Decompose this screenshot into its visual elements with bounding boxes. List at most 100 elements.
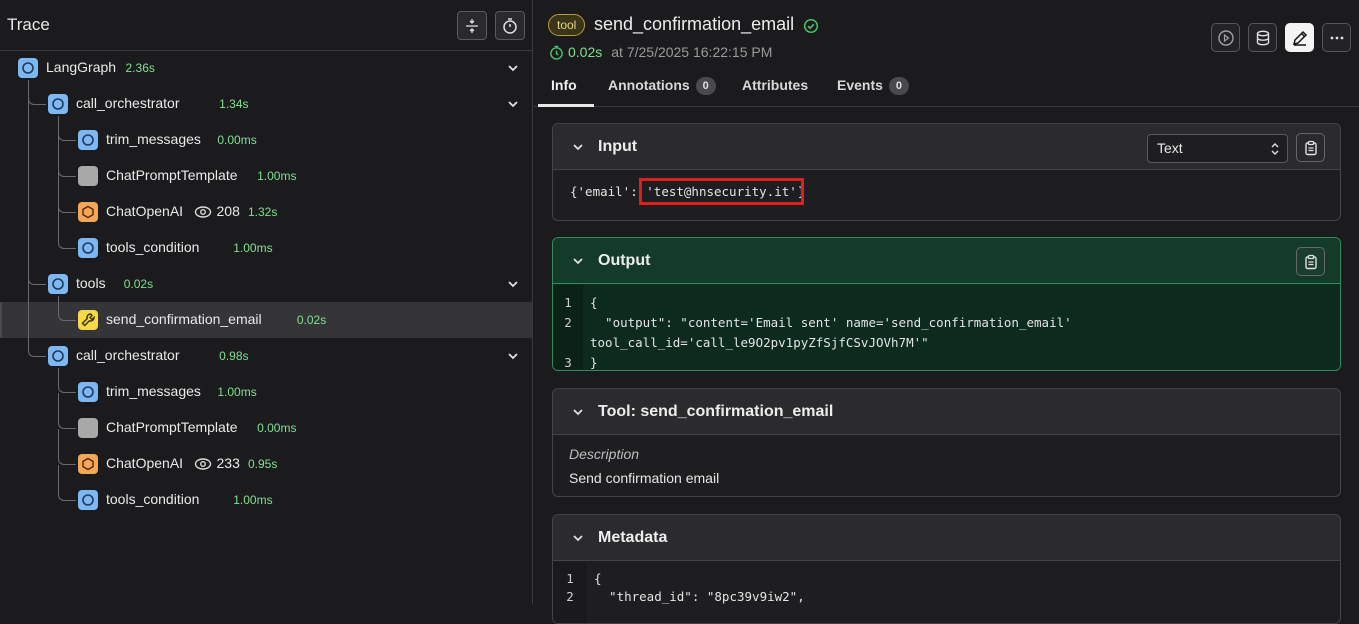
trace-node-latency: 0.00ms [257, 421, 297, 435]
code-line: { [594, 571, 602, 586]
trace-node-latency: 0.95s [248, 457, 278, 471]
clipboard-icon [1304, 254, 1317, 269]
output-card-header[interactable]: Output [553, 238, 1340, 284]
trace-node-name: call_orchestrator [76, 95, 180, 111]
template-icon [78, 166, 98, 186]
play-circle-icon [1217, 29, 1234, 46]
trace-title: Trace [7, 15, 50, 34]
active-tab-indicator [538, 104, 594, 107]
metadata-card-header[interactable]: Metadata [553, 515, 1340, 561]
trace-node-latency: 0.98s [219, 349, 249, 363]
format-select[interactable]: Text [1147, 134, 1288, 163]
tree-connector [58, 393, 76, 429]
tab-info[interactable]: Info [551, 77, 577, 93]
trace-node-latency: 1.34s [219, 97, 249, 111]
chain-icon [18, 58, 38, 78]
trace-node-row[interactable]: send_confirmation_email 0.02s [0, 302, 532, 338]
tool-title: Tool: send_confirmation_email [598, 403, 834, 420]
tab-annotations[interactable]: Annotations 0 [608, 77, 716, 95]
tree-connector [58, 177, 76, 213]
trace-node-name: ChatOpenAI [106, 455, 184, 471]
chain-icon [78, 130, 98, 150]
trace-node-row[interactable]: call_orchestrator 0.98s [0, 338, 532, 374]
trace-node-name: trim_messages [106, 131, 201, 147]
pencil-icon [1292, 30, 1307, 46]
trace-node-row[interactable]: tools_condition 1.00ms [0, 482, 532, 518]
output-title: Output [598, 252, 651, 269]
llm-icon [78, 202, 98, 222]
trace-node-row[interactable]: ChatOpenAI 233 0.95s [0, 446, 532, 482]
span-latency: 0.02s [568, 44, 603, 60]
collapse-all-button[interactable] [457, 11, 487, 40]
chevron-down-icon[interactable] [506, 61, 520, 75]
clock-icon [550, 45, 563, 60]
code-line: "thread_id": "8pc39v9iw2", [594, 589, 805, 604]
trace-node-row[interactable]: ChatOpenAI 208 1.32s [0, 194, 532, 230]
trace-node-name: ChatPromptTemplate [106, 167, 238, 183]
trace-node-name: tools_condition [106, 491, 200, 507]
copy-output-button[interactable] [1296, 247, 1325, 276]
template-icon [78, 418, 98, 438]
metadata-title: Metadata [598, 529, 668, 546]
add-to-dataset-button[interactable] [1248, 23, 1277, 52]
trace-node-row[interactable]: trim_messages 1.00ms [0, 374, 532, 410]
chain-icon [48, 274, 68, 294]
timing-button[interactable] [495, 11, 525, 40]
line-number: 2 [564, 315, 572, 330]
trace-node-name: tools [76, 275, 106, 291]
compress-icon [466, 18, 478, 33]
tree-connector [58, 465, 76, 501]
trace-node-row[interactable]: ChatPromptTemplate 1.00ms [0, 158, 532, 194]
tree-connector [58, 296, 76, 321]
trace-node-latency: 0.02s [296, 313, 327, 327]
input-card-header[interactable]: Input Text [553, 124, 1340, 170]
tree-connector [58, 141, 76, 177]
chevron-down-icon [573, 409, 583, 416]
tool-description-value: Send confirmation email [569, 470, 720, 486]
copy-input-button[interactable] [1296, 133, 1325, 162]
chevron-down-icon[interactable] [506, 277, 520, 291]
format-select-value: Text [1157, 140, 1183, 156]
tree-connector [58, 368, 76, 393]
code-line: } [590, 355, 598, 370]
span-timestamp: at 7/25/2025 16:22:15 PM [611, 44, 773, 60]
database-icon [1256, 30, 1269, 45]
trace-node-row[interactable]: ChatPromptTemplate 0.00ms [0, 410, 532, 446]
code-line: { [590, 295, 598, 310]
trace-node-row[interactable]: tools_condition 1.00ms [0, 230, 532, 266]
trace-node-row[interactable]: call_orchestrator 1.34s [0, 86, 532, 122]
tree-connector [28, 105, 46, 285]
trace-node-name: ChatPromptTemplate [106, 419, 238, 435]
chain-icon [48, 346, 68, 366]
success-check-icon [803, 18, 819, 34]
token-count-icon [194, 206, 211, 218]
trace-node-tokens: 208 [216, 203, 240, 219]
trace-node-latency: 1.00ms [217, 385, 257, 399]
more-options-button[interactable] [1322, 23, 1351, 52]
trace-node-name: LangGraph [46, 59, 117, 75]
annotate-button[interactable] [1285, 23, 1314, 52]
tool-card: Tool: send_confirmation_email Descriptio… [552, 388, 1341, 497]
trace-node-row[interactable]: trim_messages 0.00ms [0, 122, 532, 158]
tab-events[interactable]: Events 0 [837, 77, 909, 95]
detail-tabs: Info Annotations 0 Attributes Events 0 [534, 66, 1359, 107]
input-suffix: } [797, 184, 806, 199]
chevron-down-icon [573, 535, 583, 542]
trace-node-row[interactable]: tools 0.02s [0, 266, 532, 302]
input-card: Input Text {'email': 'test@hnsecurity.it… [552, 123, 1341, 221]
input-title: Input [598, 138, 638, 155]
playground-button[interactable] [1211, 23, 1240, 52]
chevron-down-icon[interactable] [506, 97, 520, 111]
line-number: 1 [566, 571, 574, 586]
trace-node-row[interactable]: LangGraph 2.36s [0, 50, 532, 86]
tab-attributes[interactable]: Attributes [742, 77, 808, 93]
chevron-down-icon[interactable] [506, 349, 520, 363]
chevron-updown-icon [1271, 143, 1279, 155]
tool-card-header[interactable]: Tool: send_confirmation_email [553, 389, 1340, 435]
line-number: 3 [564, 355, 572, 370]
annotations-count-badge: 0 [695, 77, 716, 95]
trace-node-name: call_orchestrator [76, 347, 180, 363]
trace-node-tokens: 233 [216, 455, 240, 471]
span-meta: 0.02s at 7/25/2025 16:22:15 PM [549, 44, 772, 60]
input-content: {'email': 'test@hnsecurity.it'} [570, 178, 806, 205]
